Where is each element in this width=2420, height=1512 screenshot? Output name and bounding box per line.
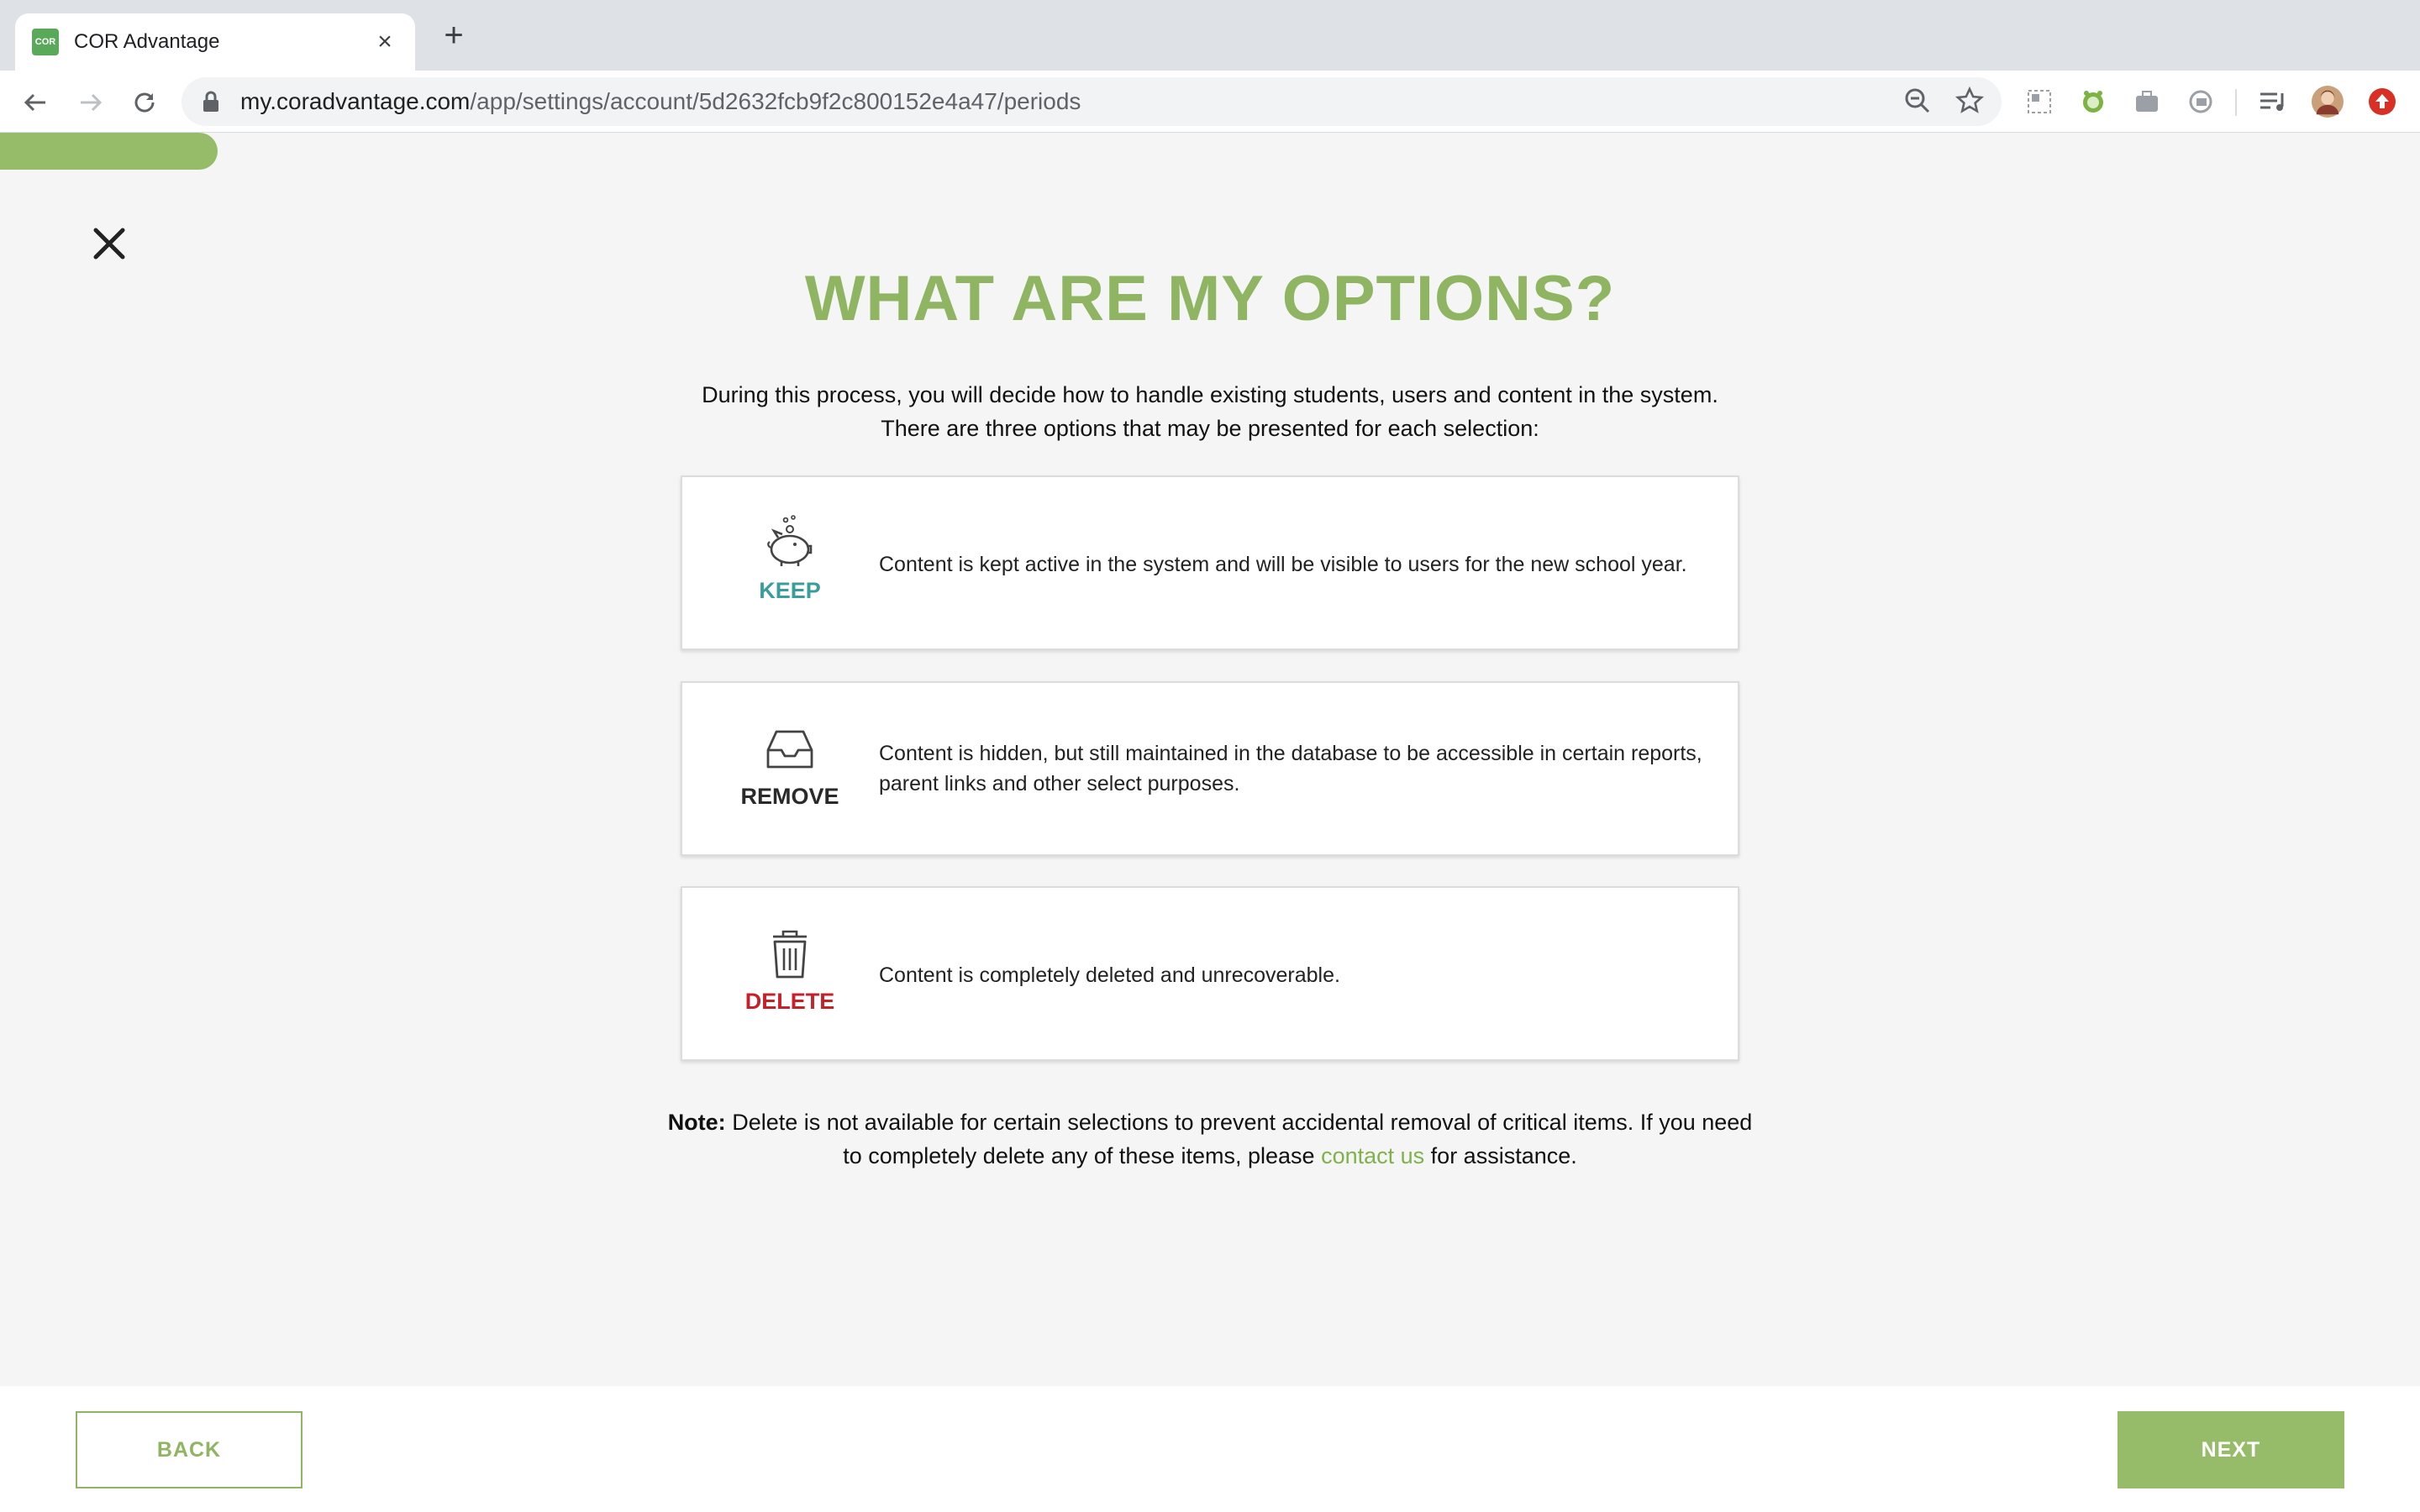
browser-tab-bar: COR COR Advantage × + <box>0 0 2420 71</box>
note-label: Note: <box>667 1110 726 1135</box>
note-end: for assistance. <box>1430 1143 1577 1168</box>
trash-can-icon <box>758 921 822 985</box>
zoom-icon[interactable] <box>1902 86 1933 120</box>
option-card-delete: DELETE Content is completely deleted and… <box>681 886 1739 1061</box>
option-card-remove: REMOVE Content is hidden, but still main… <box>681 681 1739 856</box>
bookmark-star-icon[interactable] <box>1954 86 1985 120</box>
url-host: my.coradvantage.com <box>240 88 471 114</box>
option-label-remove: REMOVE <box>740 784 839 809</box>
close-icon[interactable] <box>91 225 128 262</box>
forward-arrow-icon[interactable] <box>74 86 108 119</box>
option-label-delete: DELETE <box>744 989 835 1014</box>
extension-screenshot-icon[interactable] <box>2023 86 2055 118</box>
next-button[interactable]: NEXT <box>2118 1411 2344 1488</box>
profile-avatar[interactable] <box>2312 86 2344 118</box>
media-queue-icon[interactable] <box>2257 86 2289 118</box>
intro-line-1: During this process, you will decide how… <box>702 382 1718 407</box>
progress-bar <box>0 133 2420 170</box>
new-tab-icon[interactable]: + <box>437 18 471 52</box>
option-card-keep: KEEP Content is kept active in the syste… <box>681 475 1739 650</box>
note-body: Delete is not available for certain sele… <box>732 1110 1753 1168</box>
page-title: WHAT ARE MY OPTIONS? <box>804 263 1616 334</box>
extension-green-face-icon[interactable] <box>2077 86 2109 118</box>
option-description-remove: Content is hidden, but still maintained … <box>879 742 1702 795</box>
note-text: Note: Delete is not available for certai… <box>655 1105 1765 1173</box>
contact-us-link[interactable]: contact us <box>1321 1143 1424 1168</box>
option-description-delete: Content is completely deleted and unreco… <box>879 963 1340 987</box>
update-arrow-icon[interactable] <box>2366 86 2398 118</box>
browser-toolbar: my.coradvantage.com/app/settings/account… <box>0 71 2420 133</box>
url-path: /app/settings/account/5d2632fcb9f2c80015… <box>470 88 1081 114</box>
footer-bar: BACK NEXT <box>0 1386 2420 1512</box>
option-description-keep: Content is kept active in the system and… <box>879 553 1687 576</box>
address-bar[interactable]: my.coradvantage.com/app/settings/account… <box>182 77 2002 126</box>
progress-bar-fill <box>0 133 218 170</box>
browser-tab[interactable]: COR COR Advantage × <box>15 13 415 71</box>
inbox-tray-icon <box>758 717 822 780</box>
reload-icon[interactable] <box>128 86 161 119</box>
piggy-bank-icon <box>758 511 822 575</box>
intro-line-2: There are three options that may be pres… <box>881 416 1539 441</box>
extension-briefcase-icon[interactable] <box>2131 86 2163 118</box>
toolbar-divider <box>2235 89 2237 116</box>
back-arrow-icon[interactable] <box>18 86 52 119</box>
option-label-keep: KEEP <box>759 578 821 603</box>
tab-close-icon[interactable]: × <box>371 28 398 56</box>
lock-icon <box>203 91 218 112</box>
favicon-icon: COR <box>32 29 59 55</box>
tab-title: COR Advantage <box>74 30 220 53</box>
extension-camera-icon[interactable] <box>2185 86 2217 118</box>
intro-text: During this process, you will decide how… <box>538 378 1882 445</box>
back-button[interactable]: BACK <box>76 1411 302 1488</box>
